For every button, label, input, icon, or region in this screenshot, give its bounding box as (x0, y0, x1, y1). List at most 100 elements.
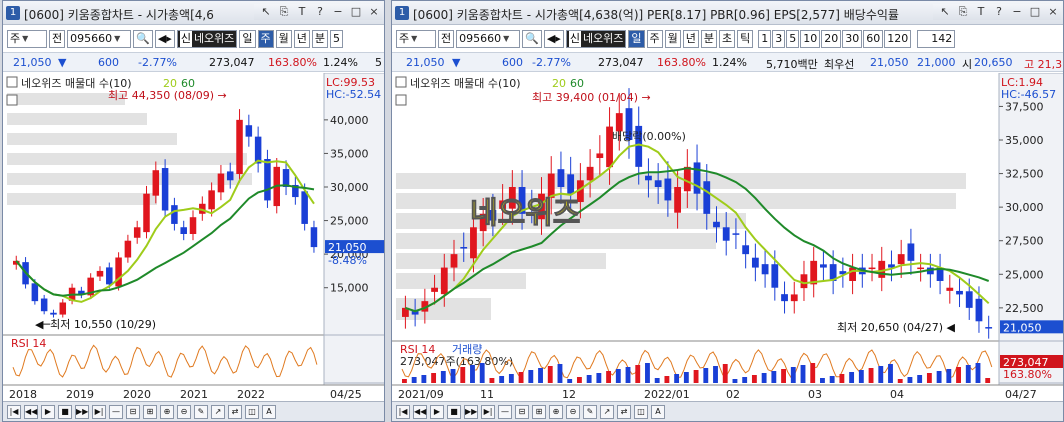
window-control-button[interactable]: ? (312, 4, 328, 20)
period-tab[interactable]: 틱 (737, 30, 754, 48)
chart-control-button[interactable]: ⊕ (160, 404, 174, 419)
candle-body (236, 119, 243, 175)
chart-control-button[interactable]: ⊖ (566, 404, 580, 419)
window-control-button[interactable]: ↖ (258, 4, 274, 20)
sound-icon[interactable]: ◀▸ (154, 30, 175, 48)
candle-body (722, 227, 730, 241)
period-tab[interactable]: 일 (239, 30, 256, 48)
window-control-button[interactable]: − (330, 4, 346, 20)
chart-control-button[interactable]: ⊖ (177, 404, 191, 419)
chart-control-button[interactable]: ▶ (430, 404, 444, 419)
period-tab[interactable]: 월 (275, 30, 292, 48)
period-tabs: 일주월년분 (239, 30, 329, 48)
low-price-label: ◀─최저 10,550 (10/29) (35, 318, 156, 331)
chart-control-button[interactable]: ▶| (92, 404, 106, 419)
window-control-button[interactable]: × (1045, 4, 1061, 20)
search-icon[interactable]: 🔍 (133, 30, 153, 48)
more-info: 5 (375, 56, 382, 69)
chart-control-button[interactable]: ■ (447, 404, 461, 419)
interval-number-button[interactable]: 5 (786, 30, 800, 48)
window-badge: 1 (395, 6, 409, 20)
chart-control-button[interactable]: ◫ (634, 404, 648, 419)
interval-number-button[interactable]: 10 (800, 30, 821, 48)
chart-control-button[interactable]: ⇄ (617, 404, 631, 419)
chart-control-button[interactable]: — (109, 404, 123, 419)
period-tabs: 일주월년분초틱 (628, 30, 754, 48)
window-control-button[interactable]: □ (1027, 4, 1043, 20)
right-candlestick-chart[interactable]: 37,500 35,000 32,500 30,000 27,500 25,000 22,5… (392, 72, 1064, 422)
price-chart-area[interactable]: 40,000 35,000 30,000 25,000 20,000 15,000 21,0… (3, 72, 385, 422)
chevron-down-icon: ▼ (22, 34, 29, 43)
window-control-button[interactable]: T (294, 4, 310, 20)
window-control-button[interactable]: ↖ (937, 4, 953, 20)
window-control-button[interactable]: ? (991, 4, 1007, 20)
candle-body (732, 233, 740, 235)
chart-control-button[interactable]: |◀ (7, 404, 21, 419)
interval-number-button[interactable]: 120 (884, 30, 912, 48)
chart-control-button[interactable]: ▶| (481, 404, 495, 419)
chart-control-button[interactable]: ◀◀ (413, 404, 427, 419)
x-tick-label: 04 (890, 388, 904, 401)
interval-number-button[interactable]: 30 (842, 30, 863, 48)
extra-tab[interactable]: 5 (330, 30, 344, 48)
window-control-button[interactable]: T (973, 4, 989, 20)
interval-number-button[interactable]: 20 (821, 30, 842, 48)
chart-control-button[interactable]: ⊟ (515, 404, 529, 419)
stock-code-input[interactable]: 095660 ▼ (67, 30, 132, 48)
period-tab[interactable]: 일 (628, 30, 645, 48)
interval-number-button[interactable]: 60 (863, 30, 884, 48)
volume-profile-bar (7, 133, 177, 145)
prev-button[interactable]: 전 (49, 30, 66, 48)
interval-number-button[interactable]: 1 (758, 30, 772, 48)
chart-control-button[interactable]: ▶▶ (464, 404, 478, 419)
period-tab[interactable]: 분 (700, 30, 718, 48)
search-icon[interactable]: 🔍 (522, 30, 542, 48)
candle-body (254, 136, 262, 164)
chart-control-button[interactable]: ↗ (600, 404, 614, 419)
chart-control-button[interactable]: — (498, 404, 512, 419)
stock-code-input[interactable]: 095660 ▼ (456, 30, 521, 48)
price-summary-bar: 21,050 ▼ 600 -2.77% 273,047 163.80% 1.24… (3, 52, 384, 72)
window-control-button[interactable]: × (366, 4, 382, 20)
chart-control-button[interactable]: ▶ (41, 404, 55, 419)
legend-label: 네오위즈 매물대 수(10) (410, 77, 521, 90)
period-tab[interactable]: 주 (257, 30, 274, 48)
chart-control-button[interactable]: ✎ (194, 404, 208, 419)
chart-control-button[interactable]: ◫ (245, 404, 259, 419)
window-control-button[interactable]: ⎘ (955, 4, 971, 20)
chart-control-button[interactable]: ⊞ (143, 404, 157, 419)
window-control-button[interactable]: ⎘ (276, 4, 292, 20)
prev-button[interactable]: 전 (438, 30, 455, 48)
chart-control-button[interactable]: ⊞ (532, 404, 546, 419)
window-control-button[interactable]: − (1009, 4, 1025, 20)
chart-control-button[interactable]: |◀ (396, 404, 410, 419)
sound-icon[interactable]: ◀▸ (543, 30, 564, 48)
period-tab[interactable]: 월 (664, 30, 681, 48)
chart-control-button[interactable]: ⊟ (126, 404, 140, 419)
left-candlestick-chart[interactable]: 40,00035,00030,00025,00020,00015,00021,0… (3, 72, 385, 422)
title-bar[interactable]: 1 [0600] 키움종합차트 - 시가총액[4,638(억)] PER[8.1… (392, 1, 1063, 25)
stock-name-box[interactable]: 신 네오위즈 (565, 30, 627, 48)
chart-control-button[interactable]: ■ (58, 404, 72, 419)
stock-name-box[interactable]: 신 네오위즈 (176, 30, 238, 48)
period-tab[interactable]: 초 (719, 30, 736, 48)
chart-control-button[interactable]: ◀◀ (24, 404, 38, 419)
chart-control-button[interactable]: ⊕ (549, 404, 563, 419)
chart-control-button[interactable]: ▶▶ (75, 404, 89, 419)
period-selector[interactable]: 주 ▼ (396, 30, 436, 48)
chart-control-button[interactable]: ↗ (211, 404, 225, 419)
period-tab[interactable]: 년 (293, 30, 310, 48)
bar-count-input[interactable]: 142 (917, 30, 956, 48)
chart-control-button[interactable]: ✎ (583, 404, 597, 419)
period-selector[interactable]: 주 ▼ (7, 30, 47, 48)
price-chart-area[interactable]: 37,500 35,000 32,500 30,000 27,500 25,000 22,5… (392, 72, 1064, 422)
period-tab[interactable]: 년 (682, 30, 699, 48)
title-bar[interactable]: 1 [0600] 키움종합차트 - 시가총액[4,6 ↖ ⎘ T? − □ × (3, 1, 384, 25)
chart-control-button[interactable]: ⇄ (228, 404, 242, 419)
chart-control-button[interactable]: A (651, 404, 665, 419)
interval-number-button[interactable]: 3 (772, 30, 786, 48)
period-tab[interactable]: 분 (311, 30, 329, 48)
window-control-button[interactable]: □ (348, 4, 364, 20)
period-tab[interactable]: 주 (646, 30, 663, 48)
chart-control-button[interactable]: A (262, 404, 276, 419)
